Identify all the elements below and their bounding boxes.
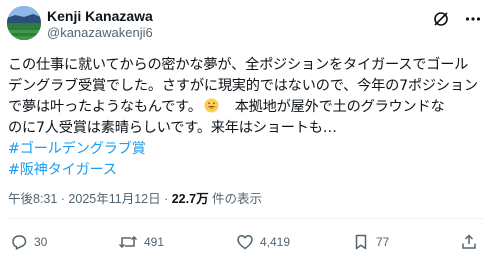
- post-text-line-3-end: 本拠地が屋外で土のグラウンドな: [220, 99, 445, 115]
- post-meta: 午後8:31 · 2025年11月12日 · 22.7万 件の表示: [8, 191, 262, 207]
- views-label: 件の表示: [208, 192, 263, 206]
- post-text-line-3-start: で夢は叶ったようなもんです。: [8, 99, 202, 115]
- hashtag-golden-glove[interactable]: #ゴールデングラブ賞: [8, 139, 484, 160]
- divider: [8, 218, 484, 219]
- avatar-stadium-icon: [7, 6, 41, 40]
- post-text-line-3: で夢は叶ったようなもんです。 本拠地が屋外で土のグラウンドな: [8, 97, 484, 118]
- more-options-icon[interactable]: [464, 10, 482, 28]
- post-text-line-2: デングラブ受賞でした。さすがに現実的ではないので、今年の7ポジション: [8, 78, 478, 94]
- bookmark-button[interactable]: 77: [352, 232, 389, 252]
- bookmark-icon: [355, 234, 367, 250]
- repost-count: 491: [144, 235, 165, 249]
- author-handle[interactable]: @kanazawakenji6: [47, 25, 153, 41]
- grinning-face-emoji: [204, 98, 219, 113]
- reply-icon: [12, 235, 27, 250]
- views-count: 22.7万: [171, 192, 209, 206]
- like-button[interactable]: 4,419: [236, 232, 290, 252]
- author-display-name[interactable]: Kenji Kanazawa: [47, 8, 153, 25]
- post-actions-bar: 30 491 4,419 77: [10, 232, 484, 252]
- post-text-line-4: のに7人受賞は素晴らしいです。来年はショートも…: [8, 120, 337, 136]
- reply-count: 30: [34, 235, 48, 249]
- share-button[interactable]: [460, 232, 478, 252]
- post-text-line-1: この仕事に就いてからの密かな夢が、全ポジションをタイガースでゴール: [8, 57, 469, 73]
- repost-button[interactable]: 491: [118, 232, 164, 252]
- post-timestamp[interactable]: 午後8:31 · 2025年11月12日 ·: [8, 192, 172, 206]
- heart-icon: [237, 235, 253, 250]
- like-count: 4,419: [260, 235, 291, 249]
- post-top-actions: [432, 10, 482, 28]
- repost-icon: [118, 235, 138, 249]
- post-card: Kenji Kanazawa @kanazawakenji6 この仕事に就いてか…: [0, 0, 492, 262]
- grok-icon[interactable]: [432, 10, 450, 28]
- hashtag-hanshin-tigers[interactable]: #阪神タイガース: [8, 160, 484, 181]
- share-icon: [462, 234, 476, 249]
- bookmark-count: 77: [376, 235, 390, 249]
- reply-button[interactable]: 30: [10, 232, 47, 252]
- post-body: この仕事に就いてからの密かな夢が、全ポジションをタイガースでゴール デングラブ受…: [8, 55, 484, 181]
- author-avatar[interactable]: [7, 6, 41, 40]
- author-info: Kenji Kanazawa @kanazawakenji6: [47, 8, 153, 41]
